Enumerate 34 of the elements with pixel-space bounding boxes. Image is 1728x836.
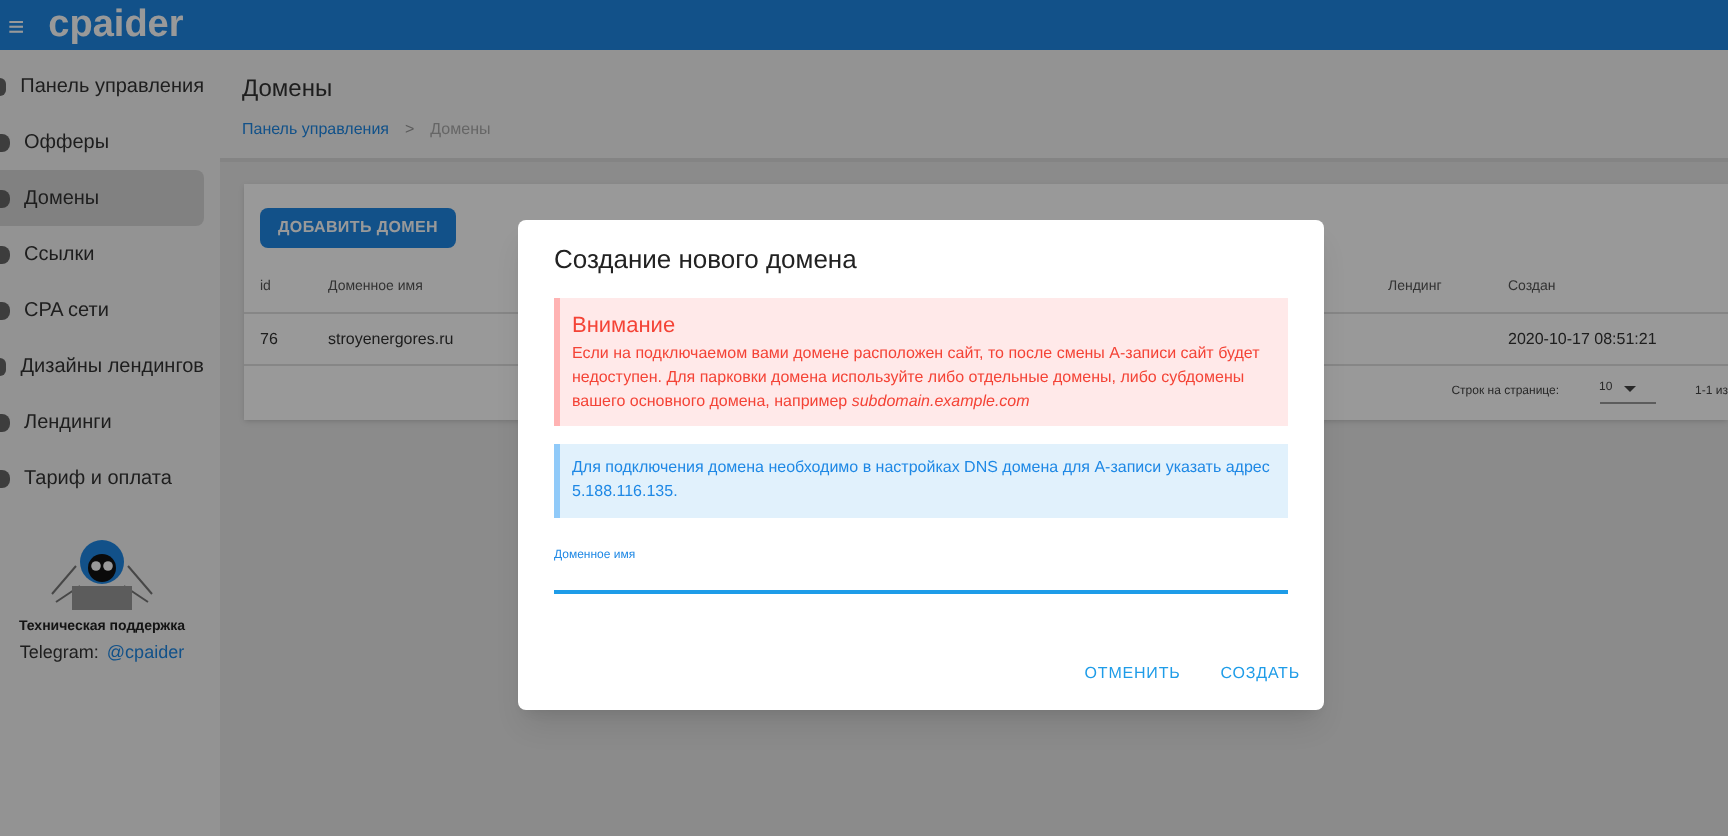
sidebar-item[interactable]: Панель управления bbox=[0, 58, 204, 114]
menu-item-icon bbox=[0, 413, 10, 431]
add-domain-button[interactable]: ДОБАВИТЬ ДОМЕН bbox=[260, 208, 457, 248]
info-text: Для подключения домена необходимо в настройках DNS домена для А-записи указать адрес 5.188.116.135. bbox=[572, 456, 1272, 504]
dialog-title: Создание нового домена bbox=[554, 242, 859, 278]
warning-title: Внимание bbox=[572, 311, 678, 341]
table-cell-text: 76 bbox=[260, 327, 280, 352]
table-cell-text: stroyenergores.ru bbox=[328, 327, 456, 352]
sidebar-item[interactable]: CPA сети bbox=[0, 282, 204, 338]
sidebar-item[interactable]: Офферы bbox=[0, 114, 204, 170]
menu-item-icon bbox=[0, 133, 10, 151]
logo: cpaider bbox=[48, 6, 184, 44]
telegram-link[interactable]: @cpaider bbox=[106, 639, 185, 666]
table-cell-text: 2020-10-17 08:51:21 bbox=[1508, 327, 1659, 352]
menu-item-icon bbox=[0, 189, 10, 207]
dropdown-caret-icon bbox=[1624, 386, 1637, 393]
menu-item-icon bbox=[0, 469, 10, 487]
menu-button[interactable]: ≡ bbox=[8, 11, 25, 39]
sidebar-item[interactable]: Дизайны лендингов bbox=[0, 338, 204, 394]
dialog-button[interactable]: СОЗДАТЬ bbox=[1204, 654, 1316, 694]
sidebar-item[interactable]: Домены bbox=[0, 170, 204, 226]
menu-item-icon bbox=[0, 357, 7, 375]
sidebar-item[interactable]: Лендинги bbox=[0, 394, 204, 450]
warning-text: Если на подключаемом вами домене расположен сайт, то после смены А-записи сайт будет недоступен. Для парковки домена используйте либо отдельные домены, либо субдомены вашего основного домена, например subdomain.example.com bbox=[572, 342, 1262, 414]
telegram-label: Telegram: bbox=[19, 639, 99, 666]
sidebar-item[interactable]: Тариф и оплата bbox=[0, 450, 204, 506]
menu-item-icon bbox=[0, 77, 7, 95]
sidebar-item[interactable]: Ссылки bbox=[0, 226, 204, 282]
breadcrumb-link[interactable]: Панель управления bbox=[242, 118, 389, 142]
menu-item-icon bbox=[0, 245, 10, 263]
page-title: Домены bbox=[242, 72, 335, 106]
breadcrumb-separator: > bbox=[405, 118, 415, 142]
menu-item-icon bbox=[0, 301, 10, 319]
dialog-button[interactable]: ОТМЕНИТЬ bbox=[1068, 654, 1197, 694]
